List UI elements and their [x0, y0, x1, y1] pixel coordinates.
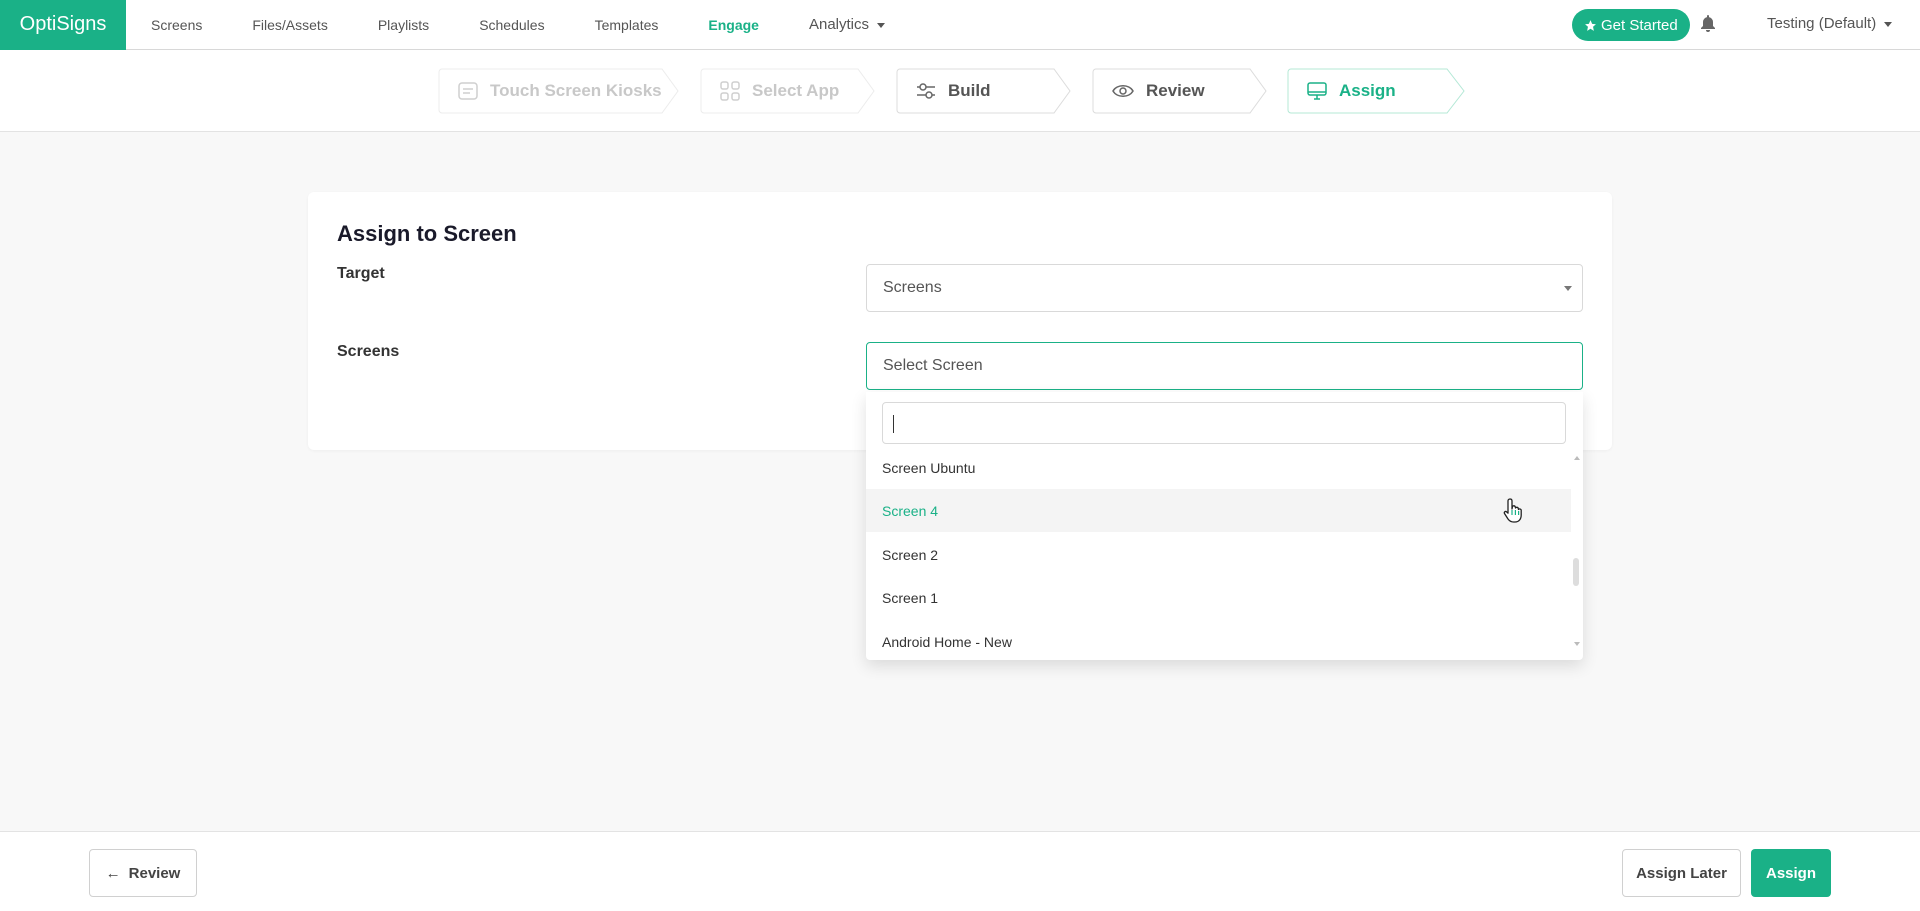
- chevron-down-icon: [877, 22, 885, 28]
- eye-icon: [1112, 85, 1134, 97]
- wizard-steps: Touch Screen Kiosks Select App Build Rev…: [0, 50, 1920, 132]
- step-label: Assign: [1339, 81, 1396, 100]
- step-build[interactable]: Build: [896, 68, 1072, 114]
- list-icon: [458, 82, 478, 100]
- nav-item-engage[interactable]: Engage: [708, 17, 759, 33]
- screens-label: Screens: [337, 343, 400, 360]
- hand-pointer-cursor-icon: [1503, 498, 1522, 523]
- step-select-app[interactable]: Select App: [700, 68, 876, 114]
- dropdown-option-screen-4[interactable]: Screen 4: [866, 489, 1571, 532]
- brand-logo[interactable]: OptiSigns: [0, 0, 126, 50]
- nav-item-templates[interactable]: Templates: [595, 17, 659, 33]
- dropdown-search-input[interactable]: [882, 402, 1566, 444]
- step-label: Select App: [752, 81, 840, 100]
- arrow-left-icon: ←: [105, 864, 121, 882]
- star-icon: [1585, 19, 1596, 31]
- screens-select[interactable]: Select Screen: [866, 342, 1583, 390]
- chevron-down-icon: [1564, 286, 1572, 291]
- dropdown-option-screen-ubuntu[interactable]: Screen Ubuntu: [866, 446, 1571, 489]
- monitor-icon: [1307, 82, 1327, 100]
- target-select[interactable]: Screens: [866, 264, 1583, 312]
- top-navbar: OptiSigns Screens Files/Assets Playlists…: [0, 0, 1920, 50]
- get-started-button[interactable]: Get Started: [1572, 9, 1690, 41]
- step-label: Review: [1146, 81, 1205, 100]
- assign-later-button[interactable]: Assign Later: [1622, 849, 1741, 897]
- nav-item-files-assets[interactable]: Files/Assets: [252, 17, 327, 33]
- nav-item-schedules[interactable]: Schedules: [479, 17, 544, 33]
- step-label: Build: [948, 81, 991, 100]
- scroll-down-arrow-icon[interactable]: [1574, 642, 1580, 646]
- text-cursor: [893, 415, 894, 433]
- dropdown-scrollbar[interactable]: [1573, 558, 1579, 586]
- dropdown-option-screen-1[interactable]: Screen 1: [866, 576, 1571, 619]
- screens-select-placeholder: Select Screen: [883, 357, 983, 374]
- get-started-label: Get Started: [1601, 16, 1678, 34]
- dropdown-option-android-home-new[interactable]: Android Home - New: [866, 620, 1571, 663]
- nav-item-screens[interactable]: Screens: [151, 17, 202, 33]
- nav-item-analytics-label: Analytics: [808, 16, 869, 33]
- step-review[interactable]: Review: [1092, 68, 1268, 114]
- assign-button[interactable]: Assign: [1751, 849, 1831, 897]
- scroll-up-arrow-icon[interactable]: [1574, 456, 1580, 460]
- step-label: Touch Screen Kiosks: [490, 81, 662, 100]
- nav-item-analytics[interactable]: Analytics: [809, 16, 885, 33]
- back-review-label: Review: [128, 864, 181, 882]
- grid-icon: [720, 81, 740, 101]
- nav-item-playlists[interactable]: Playlists: [378, 17, 429, 33]
- step-assign[interactable]: Assign: [1287, 68, 1467, 114]
- dropdown-option-screen-2[interactable]: Screen 2: [866, 533, 1571, 576]
- bell-icon[interactable]: [1700, 14, 1716, 34]
- nav-menu: Screens Files/Assets Playlists Schedules…: [126, 0, 910, 50]
- card-title: Assign to Screen: [337, 221, 517, 246]
- wizard-footer: ← Review Assign Later Assign: [0, 831, 1920, 911]
- sliders-icon: [917, 83, 935, 99]
- target-label: Target: [337, 265, 385, 282]
- target-select-value: Screens: [883, 279, 942, 296]
- account-menu[interactable]: Testing (Default): [1767, 15, 1893, 32]
- screens-dropdown: Screen Ubuntu Screen 4 Screen 2 Screen 1…: [866, 392, 1583, 660]
- back-review-button[interactable]: ← Review: [89, 849, 197, 897]
- chevron-down-icon: [1884, 21, 1893, 27]
- step-touch-screen-kiosks[interactable]: Touch Screen Kiosks: [438, 68, 681, 114]
- account-name: Testing (Default): [1767, 15, 1877, 32]
